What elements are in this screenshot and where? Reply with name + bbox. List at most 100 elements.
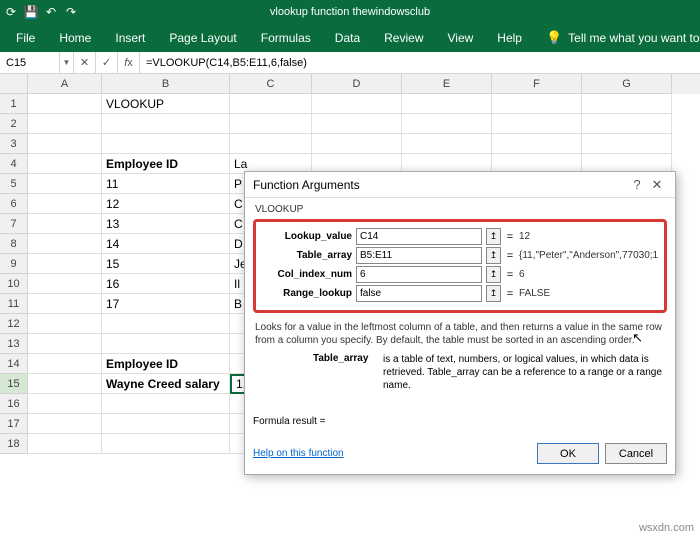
cell[interactable]: Employee ID <box>102 354 230 374</box>
cell[interactable]: Employee ID <box>102 154 230 174</box>
cell[interactable] <box>230 94 312 114</box>
dialog-close-icon[interactable]: ✕ <box>647 177 667 193</box>
cell[interactable] <box>102 394 230 414</box>
cell[interactable] <box>28 194 102 214</box>
row-header[interactable]: 14 <box>0 354 28 374</box>
row-header[interactable]: 10 <box>0 274 28 294</box>
row-header[interactable]: 18 <box>0 434 28 454</box>
collapse-dialog-icon[interactable]: ↥ <box>486 266 501 283</box>
tab-review[interactable]: Review <box>372 24 435 52</box>
autosave-icon[interactable]: ⟳ <box>4 5 18 19</box>
cell[interactable] <box>312 94 402 114</box>
row-header[interactable]: 9 <box>0 254 28 274</box>
cell[interactable]: 14 <box>102 234 230 254</box>
cell[interactable] <box>28 94 102 114</box>
enter-formula-icon[interactable]: ✓ <box>96 52 118 73</box>
cell[interactable] <box>28 294 102 314</box>
row-header[interactable]: 11 <box>0 294 28 314</box>
arg-input[interactable] <box>356 228 482 245</box>
cell[interactable] <box>312 114 402 134</box>
tab-data[interactable]: Data <box>323 24 372 52</box>
cell[interactable] <box>28 154 102 174</box>
cell[interactable] <box>102 414 230 434</box>
cell[interactable]: 15 <box>102 254 230 274</box>
cell[interactable] <box>102 334 230 354</box>
cell[interactable] <box>402 134 492 154</box>
cell[interactable] <box>402 114 492 134</box>
cancel-formula-icon[interactable]: ✕ <box>74 52 96 73</box>
cell[interactable]: 12 <box>102 194 230 214</box>
select-all-corner[interactable] <box>0 74 28 94</box>
cell[interactable]: 16 <box>102 274 230 294</box>
cell[interactable]: 11 <box>102 174 230 194</box>
tab-formulas[interactable]: Formulas <box>249 24 323 52</box>
cell[interactable] <box>582 94 672 114</box>
row-header[interactable]: 3 <box>0 134 28 154</box>
row-header[interactable]: 5 <box>0 174 28 194</box>
col-header[interactable]: D <box>312 74 402 94</box>
cell[interactable] <box>402 94 492 114</box>
tab-page-layout[interactable]: Page Layout <box>157 24 248 52</box>
cell[interactable] <box>102 434 230 454</box>
arg-input[interactable] <box>356 266 482 283</box>
row-header[interactable]: 15 <box>0 374 28 394</box>
cell[interactable]: Wayne Creed salary <box>102 374 230 394</box>
fx-icon[interactable]: fx <box>118 52 140 73</box>
row-header[interactable]: 17 <box>0 414 28 434</box>
cell[interactable] <box>102 314 230 334</box>
tab-help[interactable]: Help <box>485 24 534 52</box>
row-header[interactable]: 4 <box>0 154 28 174</box>
cell[interactable] <box>492 94 582 114</box>
tell-me-search[interactable]: 💡 Tell me what you want to <box>534 23 700 53</box>
cell[interactable] <box>230 134 312 154</box>
dialog-help-icon[interactable]: ? <box>627 177 647 192</box>
cell[interactable] <box>28 434 102 454</box>
cell[interactable] <box>492 134 582 154</box>
cell[interactable] <box>28 174 102 194</box>
cell[interactable] <box>28 414 102 434</box>
cell[interactable] <box>312 134 402 154</box>
cell[interactable] <box>582 134 672 154</box>
row-header[interactable]: 2 <box>0 114 28 134</box>
cell[interactable] <box>28 214 102 234</box>
arg-input[interactable] <box>356 285 482 302</box>
cell[interactable] <box>230 114 312 134</box>
ok-button[interactable]: OK <box>537 443 599 464</box>
cell[interactable] <box>28 234 102 254</box>
cell[interactable] <box>492 114 582 134</box>
row-header[interactable]: 8 <box>0 234 28 254</box>
cell[interactable] <box>102 134 230 154</box>
name-box-dropdown-icon[interactable]: ▼ <box>60 52 74 73</box>
row-header[interactable]: 7 <box>0 214 28 234</box>
cell[interactable] <box>28 274 102 294</box>
cell[interactable] <box>28 394 102 414</box>
cell[interactable] <box>28 314 102 334</box>
col-header[interactable]: C <box>230 74 312 94</box>
cell[interactable]: 13 <box>102 214 230 234</box>
cell[interactable] <box>28 114 102 134</box>
cell[interactable]: 17 <box>102 294 230 314</box>
formula-input[interactable]: =VLOOKUP(C14,B5:E11,6,false) <box>140 57 700 69</box>
row-header[interactable]: 1 <box>0 94 28 114</box>
cell[interactable] <box>28 134 102 154</box>
cell[interactable] <box>102 114 230 134</box>
col-header[interactable]: A <box>28 74 102 94</box>
col-header[interactable]: F <box>492 74 582 94</box>
name-box[interactable]: C15 <box>0 52 60 73</box>
save-icon[interactable]: 💾 <box>24 5 38 19</box>
help-link[interactable]: Help on this function <box>253 448 344 459</box>
undo-icon[interactable]: ↶ <box>44 5 58 19</box>
tab-file[interactable]: File <box>4 24 47 52</box>
collapse-dialog-icon[interactable]: ↥ <box>486 247 501 264</box>
col-header[interactable]: G <box>582 74 672 94</box>
tab-insert[interactable]: Insert <box>103 24 157 52</box>
row-header[interactable]: 6 <box>0 194 28 214</box>
col-header[interactable]: E <box>402 74 492 94</box>
dialog-titlebar[interactable]: Function Arguments ? ✕ <box>245 172 675 198</box>
cell[interactable] <box>28 334 102 354</box>
cell[interactable] <box>28 254 102 274</box>
cell[interactable] <box>582 114 672 134</box>
row-header[interactable]: 12 <box>0 314 28 334</box>
cell[interactable] <box>28 354 102 374</box>
cell[interactable]: VLOOKUP <box>102 94 230 114</box>
